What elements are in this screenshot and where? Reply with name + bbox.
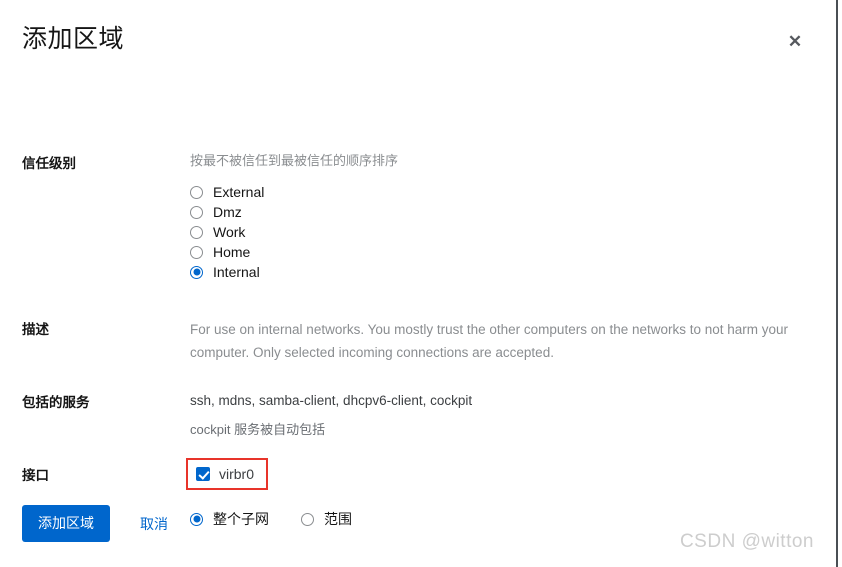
- services-note: cockpit 服务被自动包括: [190, 422, 326, 437]
- radio-option-work[interactable]: Work: [190, 222, 806, 242]
- interface-highlight-box: virbr0: [186, 458, 269, 490]
- services-list: ssh, mdns, samba-client, dhcpv6-client, …: [190, 393, 473, 408]
- radio-label: 整个子网: [213, 511, 269, 527]
- radio-icon: [190, 185, 203, 199]
- description-text: For use on internal networks. You mostly…: [190, 322, 789, 360]
- interfaces-label: 接口: [22, 468, 49, 483]
- radio-option-external[interactable]: External: [190, 182, 806, 202]
- services-content: ssh, mdns, samba-client, dhcpv6-client, …: [190, 391, 806, 439]
- checkbox-label: virbr0: [219, 466, 255, 482]
- radio-option-range[interactable]: 范围: [301, 509, 352, 529]
- radio-option-dmz[interactable]: Dmz: [190, 202, 806, 222]
- radio-label: External: [213, 184, 265, 200]
- interfaces-content: virbr0: [186, 458, 806, 490]
- dialog-footer: 添加区域 取消: [22, 505, 168, 542]
- radio-label: Dmz: [213, 204, 242, 220]
- radio-option-entire-subnet[interactable]: 整个子网: [190, 509, 269, 529]
- checkbox-virbr0[interactable]: virbr0: [196, 465, 254, 483]
- dialog-header: 添加区域 ✕: [0, 0, 836, 70]
- allowed-addresses-radio-group: 整个子网 范围: [190, 509, 806, 529]
- add-zone-button[interactable]: 添加区域: [22, 505, 110, 542]
- watermark: CSDN @witton: [679, 531, 814, 552]
- radio-label: Internal: [213, 264, 260, 280]
- trust-level-radio-group: External Dmz Work Home Internal: [190, 182, 806, 282]
- page-title: 添加区域: [22, 25, 125, 53]
- radio-icon: [190, 205, 203, 219]
- radio-icon: [301, 512, 314, 526]
- checkmark-icon: [196, 467, 210, 481]
- radio-option-home[interactable]: Home: [190, 242, 806, 262]
- radio-icon: [190, 225, 203, 239]
- radio-label: Home: [213, 244, 251, 260]
- radio-option-internal[interactable]: Internal: [190, 262, 806, 282]
- trust-level-label: 信任级别: [22, 156, 76, 171]
- radio-icon: [190, 245, 203, 259]
- radio-icon-selected: [190, 265, 203, 279]
- trust-level-content: 按最不被信任到最被信任的顺序排序 External Dmz Work Home …: [190, 152, 806, 282]
- radio-label: Work: [213, 224, 246, 240]
- description-label: 描述: [22, 322, 49, 337]
- radio-icon-selected: [190, 512, 203, 526]
- services-label: 包括的服务: [22, 395, 90, 410]
- trust-level-hint: 按最不被信任到最被信任的顺序排序: [190, 153, 399, 168]
- add-zone-dialog: 添加区域 ✕ 信任级别 按最不被信任到最被信任的顺序排序 External Dm…: [0, 0, 838, 567]
- description-content: For use on internal networks. You mostly…: [190, 318, 806, 364]
- radio-label: 范围: [324, 511, 352, 527]
- cancel-button[interactable]: 取消: [140, 514, 168, 534]
- close-icon[interactable]: ✕: [782, 28, 808, 54]
- allowed-addresses-content: 整个子网 范围: [190, 510, 806, 529]
